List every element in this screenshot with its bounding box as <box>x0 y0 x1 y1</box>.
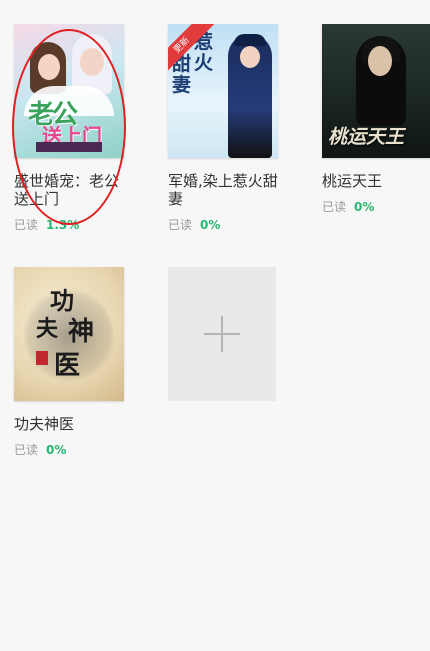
book-title[interactable]: 桃运天王 <box>322 172 430 190</box>
cover-figure <box>234 34 266 46</box>
reading-progress: 已读 0% <box>168 216 280 233</box>
book-title[interactable]: 军婚,染上惹火甜妻 <box>168 172 280 208</box>
seal-stamp <box>36 351 48 365</box>
book-cover[interactable]: 惹火 甜妻 更新 <box>168 24 278 158</box>
cover-figure <box>240 46 260 68</box>
reading-progress: 已读 0% <box>322 198 430 215</box>
book-item[interactable]: 老公 送上门 盛世婚宠：老公送上门 已读 1.3% <box>14 24 126 233</box>
book-title[interactable]: 盛世婚宠：老公送上门 <box>14 172 126 208</box>
progress-percent: 0% <box>354 200 375 214</box>
progress-percent: 0% <box>46 443 67 457</box>
book-cover[interactable]: 桃运天王 <box>322 24 430 158</box>
book-item[interactable]: 功 夫 神 医 功夫神医 已读 0% <box>14 267 126 458</box>
reading-progress: 已读 0% <box>14 441 126 458</box>
cover-figure <box>80 48 104 76</box>
cover-title-text: 桃运天王 <box>328 126 405 148</box>
progress-label: 已读 <box>14 443 39 457</box>
cover-title-text: 神 <box>68 317 95 347</box>
progress-percent: 1.3% <box>46 218 80 232</box>
add-book-button[interactable] <box>168 267 276 401</box>
book-cover[interactable]: 功 夫 神 医 <box>14 267 124 401</box>
progress-label: 已读 <box>14 218 39 232</box>
book-cover[interactable]: 老公 送上门 <box>14 24 124 158</box>
progress-label: 已读 <box>168 218 193 232</box>
cover-figure <box>368 46 392 76</box>
cover-title-text: 夫 <box>36 316 59 342</box>
cover-figure <box>38 54 60 80</box>
bookshelf: 老公 送上门 盛世婚宠：老公送上门 已读 1.3% 惹火 甜妻 更新 军婚,染上惹… <box>0 0 430 651</box>
progress-percent: 0% <box>200 218 221 232</box>
book-title[interactable]: 功夫神医 <box>14 415 126 433</box>
reading-progress: 已读 1.3% <box>14 216 126 233</box>
book-item[interactable]: 惹火 甜妻 更新 军婚,染上惹火甜妻 已读 0% <box>168 24 280 233</box>
plus-icon <box>221 316 223 352</box>
cover-title-text: 医 <box>54 351 81 381</box>
cover-decoration <box>36 142 102 152</box>
progress-label: 已读 <box>322 200 347 214</box>
book-item[interactable]: 桃运天王 桃运天王 已读 0% <box>322 24 430 215</box>
